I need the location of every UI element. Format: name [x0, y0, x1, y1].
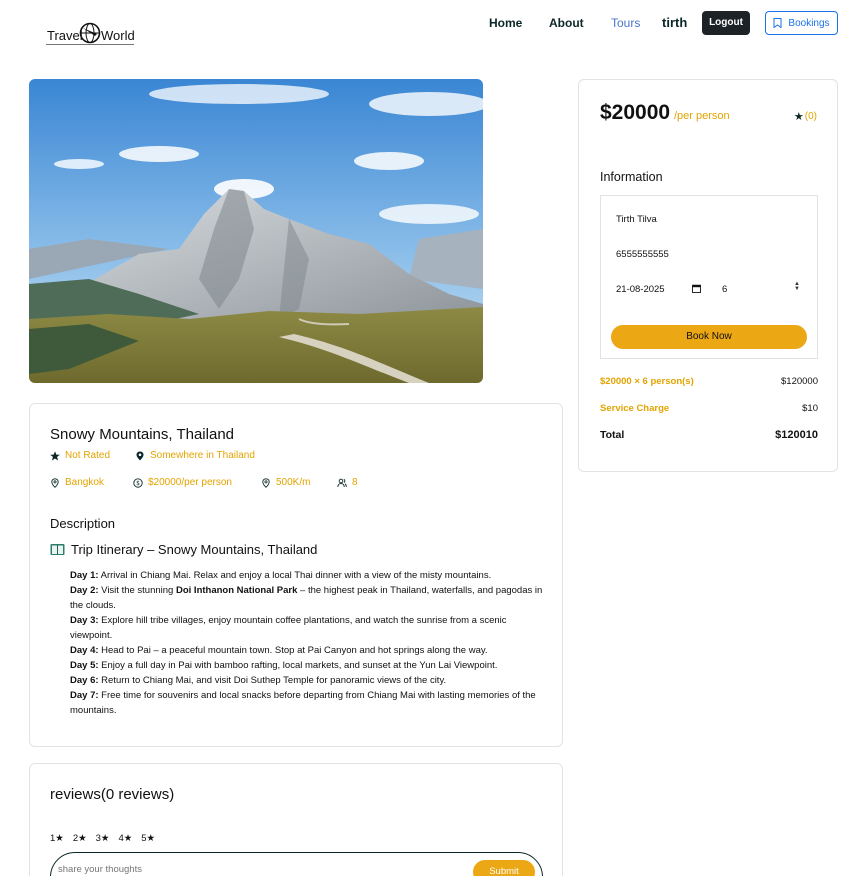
day-text: Head to Pai – a peaceful mountain town. …	[101, 645, 488, 656]
booking-form: Tirth Tilva 6555555555 21-08-2025 6 ▲ ▼ B…	[600, 195, 818, 359]
itinerary-day-2: Day 2: Visit the stunning Doi Inthanon N…	[70, 583, 550, 613]
day-label: Day 7:	[70, 690, 99, 701]
username: tirth	[662, 15, 688, 30]
rating-option-3[interactable]: 3★	[96, 833, 110, 844]
day-label: Day 2:	[70, 585, 99, 596]
booking-price: $20000	[600, 101, 671, 124]
tour-rating: Not Rated	[50, 450, 110, 461]
nav-tours[interactable]: Tours	[611, 16, 640, 30]
date-field[interactable]: 21-08-2025	[616, 284, 665, 295]
tour-group-size: 8	[337, 477, 358, 488]
day-text: Enjoy a full day in Pai with bamboo raft…	[101, 660, 498, 671]
site-header: Travel World Home About Tours tirth Logo…	[0, 0, 856, 50]
phone-field[interactable]: 6555555555	[616, 249, 669, 260]
svg-text:$: $	[136, 480, 140, 487]
group-size-text: 8	[352, 477, 358, 488]
itinerary-day-4: Day 4: Head to Pai – a peaceful mountain…	[70, 643, 550, 658]
day-text: Explore hill tribe villages, enjoy mount…	[70, 615, 507, 641]
logo-text-left: Travel	[47, 28, 83, 43]
day-text: Return to Chiang Mai, and visit Doi Suth…	[101, 675, 447, 686]
reviews-card: reviews(0 reviews) 1★ 2★ 3★ 4★ 5★ Submit	[29, 763, 563, 876]
day-label: Day 3:	[70, 615, 99, 626]
address-text: Somewhere in Thailand	[150, 450, 255, 461]
day-text: Visit the stunning	[101, 585, 176, 596]
service-charge-value: $10	[802, 403, 818, 414]
day-label: Day 1:	[70, 570, 99, 581]
itinerary-heading: Trip Itinerary – Snowy Mountains, Thaila…	[50, 542, 317, 557]
day-highlight: Doi Inthanon National Park	[175, 585, 298, 596]
logo[interactable]: Travel World	[46, 20, 138, 46]
itinerary-day-5: Day 5: Enjoy a full day in Pai with bamb…	[70, 658, 550, 673]
money-icon: $	[133, 477, 143, 488]
tour-distance: 500K/m	[261, 477, 310, 488]
reviews-heading: reviews(0 reviews)	[50, 786, 175, 803]
itinerary-list: Day 1: Arrival in Chiang Mai. Relax and …	[70, 568, 550, 718]
logo-underline	[46, 44, 134, 45]
tour-details-card: Snowy Mountains, Thailand Not Rated Some…	[29, 403, 563, 747]
bookings-button[interactable]: Bookings	[765, 11, 838, 35]
total-value: $120010	[775, 429, 818, 441]
review-input[interactable]	[58, 864, 458, 875]
service-charge-label: Service Charge	[600, 403, 670, 414]
review-form: Submit	[50, 852, 543, 876]
itinerary-heading-text: Trip Itinerary – Snowy Mountains, Thaila…	[71, 542, 318, 557]
day-text: Arrival in Chiang Mai. Relax and enjoy a…	[100, 570, 492, 581]
nav-home[interactable]: Home	[489, 16, 522, 30]
tour-price: $ $20000/per person	[133, 477, 232, 488]
booking-card: $20000 /per person ★ (0) Information Tir…	[578, 79, 838, 472]
itinerary-day-1: Day 1: Arrival in Chiang Mai. Relax and …	[70, 568, 550, 583]
day-label: Day 5:	[70, 660, 99, 671]
star-icon	[50, 450, 60, 460]
itinerary-day-6: Day 6: Return to Chiang Mai, and visit D…	[70, 673, 550, 688]
rating-count: (0)	[804, 111, 817, 122]
bookings-label: Bookings	[788, 17, 830, 29]
bookmark-icon	[773, 18, 782, 28]
day-text: Free time for souvenirs and local snacks…	[70, 690, 536, 716]
logout-button[interactable]: Logout	[702, 11, 750, 35]
globe-icon	[79, 22, 101, 44]
full-name-field[interactable]: Tirth Tilva	[616, 214, 657, 225]
map-pin-icon	[136, 451, 144, 460]
rating-text: Not Rated	[65, 450, 111, 461]
itinerary-day-3: Day 3: Explore hill tribe villages, enjo…	[70, 613, 550, 643]
nav-about[interactable]: About	[549, 16, 584, 30]
price-text: $20000/per person	[148, 477, 232, 488]
book-now-button[interactable]: Book Now	[611, 325, 807, 349]
rating-option-2[interactable]: 2★	[73, 833, 87, 844]
open-book-icon	[50, 544, 65, 555]
booking-rating: ★ (0)	[794, 110, 817, 123]
rating-option-1[interactable]: 1★	[50, 833, 64, 844]
rating-option-4[interactable]: 4★	[118, 833, 132, 844]
itinerary-day-7: Day 7: Free time for souvenirs and local…	[70, 688, 550, 718]
submit-review-button[interactable]: Submit	[473, 860, 535, 876]
calendar-icon[interactable]	[692, 284, 701, 293]
total-label: Total	[600, 429, 625, 441]
logo-text-right: World	[101, 28, 135, 43]
tour-address: Somewhere in Thailand	[135, 450, 255, 461]
rating-option-5[interactable]: 5★	[141, 833, 155, 844]
day-label: Day 6:	[70, 675, 99, 686]
price-calc-label: $20000 × 6 person(s)	[600, 376, 694, 387]
city-text: Bangkok	[65, 477, 104, 488]
map-pin-outline-icon	[262, 477, 270, 488]
location-icon	[51, 477, 59, 488]
information-heading: Information	[600, 170, 663, 184]
per-person-label: /per person	[674, 110, 730, 122]
price-calc-value: $120000	[781, 376, 818, 387]
star-rating-selector: 1★ 2★ 3★ 4★ 5★	[50, 833, 155, 844]
tour-photo	[29, 79, 483, 383]
tour-city: Bangkok	[50, 477, 104, 488]
guest-count-field[interactable]: 6	[722, 284, 727, 295]
group-icon	[337, 478, 347, 487]
star-icon: ★	[793, 111, 804, 123]
day-label: Day 4:	[70, 645, 99, 656]
description-heading: Description	[50, 516, 116, 531]
distance-text: 500K/m	[276, 477, 311, 488]
stepper-arrows-icon[interactable]: ▲ ▼	[794, 281, 800, 292]
tour-title: Snowy Mountains, Thailand	[50, 426, 234, 443]
